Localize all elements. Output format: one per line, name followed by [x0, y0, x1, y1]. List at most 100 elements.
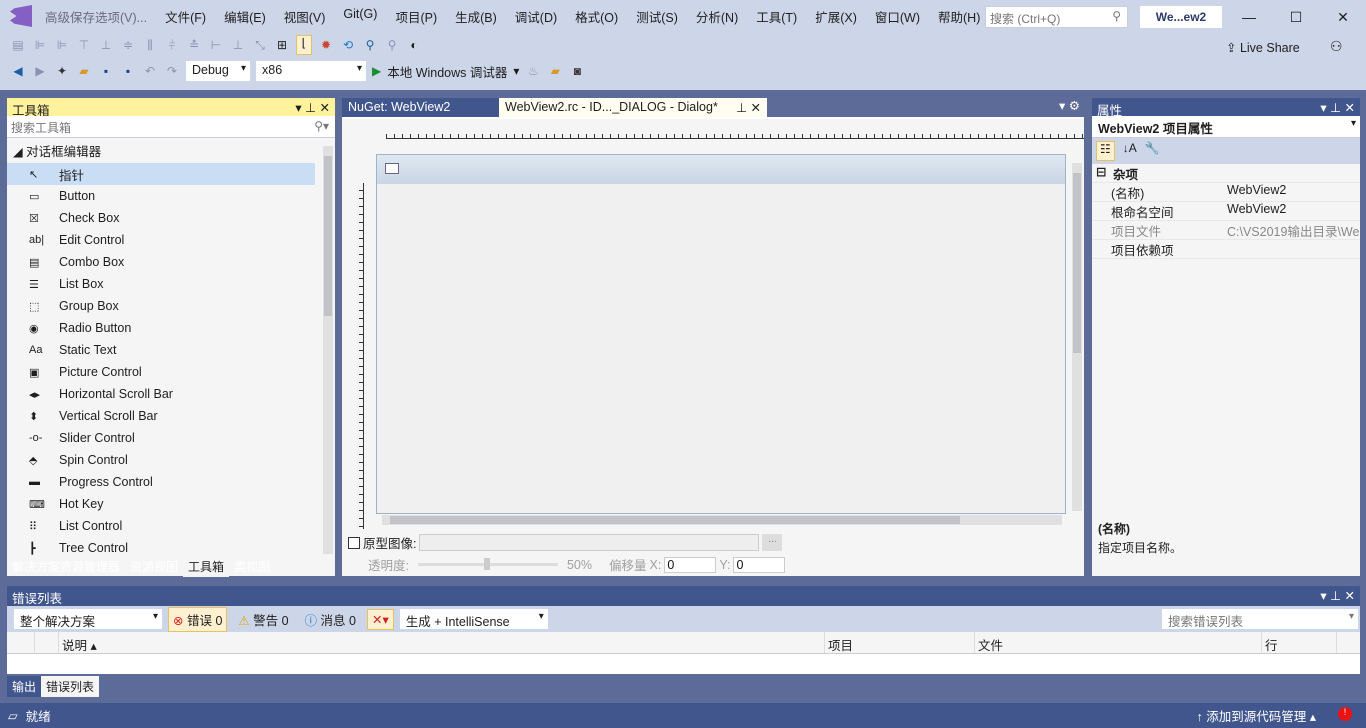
align-left-icon[interactable]: ⊫	[32, 38, 48, 52]
live-share-button[interactable]: ⇪ Live Share	[1226, 40, 1300, 55]
open-icon[interactable]: ▰	[76, 64, 92, 78]
messages-filter-button[interactable]: ⓘ 消息 0	[300, 607, 361, 632]
browse-button[interactable]: ...	[762, 534, 783, 551]
toolbox-group[interactable]: ◢ 对话框编辑器	[7, 138, 335, 163]
object-selector[interactable]: WebView2 项目属性	[1092, 116, 1360, 138]
column-file[interactable]: 文件	[975, 632, 1262, 653]
toolbox-search-input[interactable]: 搜索工具箱 ⚲▾	[7, 116, 335, 138]
menu-item[interactable]: 格式(O)	[566, 7, 627, 26]
menu-item[interactable]: 工具(T)	[747, 7, 806, 26]
tab-dialog-editor[interactable]: WebView2.rc - ID..._DIALOG - Dialog* ⊥ ✕	[499, 98, 767, 117]
config-dropdown[interactable]: Debug	[186, 61, 250, 81]
same-height-icon[interactable]: ⊥	[230, 38, 246, 52]
close-window-button[interactable]: ✕	[1320, 4, 1366, 30]
toolbox-item[interactable]: ▬ Progress Control	[7, 471, 335, 493]
prototype-path-input[interactable]	[419, 534, 760, 551]
toggle-icon[interactable]: ◐	[406, 38, 422, 52]
new-project-icon[interactable]: ✦	[54, 64, 70, 78]
align-top-icon[interactable]: ⊤	[76, 38, 92, 52]
column-line[interactable]: 行	[1262, 632, 1337, 653]
panel-tab[interactable]: 资源视图	[125, 556, 183, 577]
toolbox-item[interactable]: ⬚ Group Box	[7, 295, 335, 317]
menu-item[interactable]: Git(G)	[334, 7, 386, 26]
toolbar-icon[interactable]: ▤	[10, 38, 26, 52]
menu-item[interactable]: 帮助(H)	[929, 7, 989, 26]
toolbox-item[interactable]: ↖ 指针	[7, 163, 315, 185]
run-dropdown-icon[interactable]: ▾	[513, 64, 519, 78]
align-bottom-icon[interactable]: ⊥	[98, 38, 114, 52]
toolbox-item[interactable]: ⌨ Hot Key	[7, 493, 335, 515]
start-debug-icon[interactable]: ▶	[372, 64, 381, 78]
center-horizontal-icon[interactable]: ⫼	[142, 38, 158, 52]
find-in-files-icon[interactable]: ▰	[547, 64, 563, 78]
warnings-filter-button[interactable]: ⚠ 警告 0	[233, 607, 293, 632]
panel-controls[interactable]: ▾ ⊥ ✕	[1320, 588, 1355, 604]
undo-icon[interactable]: ↶	[142, 64, 158, 78]
redo-icon[interactable]: ↷	[164, 64, 180, 78]
menu-item[interactable]: 测试(S)	[627, 7, 687, 26]
source-control-button[interactable]: ↑ 添加到源代码管理 ▴	[1197, 706, 1317, 725]
save-all-icon[interactable]: ▪	[120, 64, 136, 78]
screenshot-icon[interactable]: ◙	[569, 64, 585, 78]
toolbox-item[interactable]: ◂▸ Horizontal Scroll Bar	[7, 383, 335, 405]
tab-error-list[interactable]: 错误列表	[41, 676, 100, 697]
column-project[interactable]: 项目	[825, 632, 975, 653]
opacity-slider[interactable]	[417, 558, 558, 570]
property-row[interactable]: 根命名空间 WebView2	[1092, 202, 1360, 221]
platform-dropdown[interactable]: x86	[256, 61, 366, 81]
toolbox-item[interactable]: ☰ List Box	[7, 273, 335, 295]
menu-item[interactable]: 项目(P)	[386, 7, 446, 26]
menu-item[interactable]: 生成(B)	[446, 7, 506, 26]
scope-dropdown[interactable]: 整个解决方案	[14, 609, 162, 629]
back-icon[interactable]: ◀	[10, 64, 26, 78]
category-toggle-icon[interactable]: ⊟	[1092, 164, 1110, 182]
errors-filter-button[interactable]: ⊗ 错误 0	[168, 606, 228, 632]
toolbox-item[interactable]: Aa Static Text	[7, 339, 335, 361]
toolbox-item[interactable]: ⠿ List Control	[7, 515, 335, 537]
align-right-icon[interactable]: ⊫	[54, 38, 70, 52]
menu-item[interactable]: 文件(F)	[156, 7, 215, 26]
offset-x-input[interactable]: 0	[664, 556, 717, 573]
alphabetical-icon[interactable]: ↓A	[1123, 141, 1137, 161]
space-across-icon[interactable]: ⫩	[164, 38, 180, 52]
error-search-input[interactable]: 搜索错误列表	[1162, 609, 1358, 629]
property-row[interactable]: 项目依赖项	[1092, 240, 1360, 259]
tab-menu-icon[interactable]: ▾ ⚙	[767, 98, 1084, 117]
minimize-button[interactable]: —	[1226, 4, 1272, 30]
disabled-icon[interactable]: ⚲	[384, 38, 400, 52]
canvas-hscrollbar[interactable]	[382, 515, 1062, 525]
center-vertical-icon[interactable]: ≑	[120, 38, 136, 52]
save-icon[interactable]: ▪	[98, 64, 114, 78]
toolbox-item[interactable]: ┣ Tree Control	[7, 537, 335, 557]
menu-item[interactable]: 编辑(E)	[215, 7, 275, 26]
close-tab-icon[interactable]: ⊥ ✕	[736, 100, 761, 115]
find-icon[interactable]: ⚲	[362, 38, 378, 52]
maximize-button[interactable]: ☐	[1273, 4, 1319, 30]
property-pages-icon[interactable]: 🔧	[1145, 141, 1160, 161]
menu-item[interactable]: 调试(D)	[506, 7, 566, 26]
same-size-icon[interactable]: ⤡	[252, 38, 268, 52]
panel-tab[interactable]: 类视图	[229, 556, 275, 577]
dialog-surface[interactable]	[376, 154, 1066, 514]
tab-order-icon[interactable]: ⟲	[340, 38, 356, 52]
canvas-vscrollbar[interactable]	[1072, 163, 1082, 511]
toolbox-item[interactable]: ☒ Check Box	[7, 207, 335, 229]
toolbox-item[interactable]: ◉ Radio Button	[7, 317, 335, 339]
toolbox-item[interactable]: ▤ Combo Box	[7, 251, 335, 273]
toolbox-scrollbar[interactable]	[323, 146, 333, 554]
property-value[interactable]: WebView2	[1224, 183, 1360, 201]
toolbox-item[interactable]: ab| Edit Control	[7, 229, 335, 251]
tab-nuget[interactable]: NuGet: WebView2	[342, 98, 499, 117]
same-width-icon[interactable]: ⊢	[208, 38, 224, 52]
property-value[interactable]: WebView2	[1224, 202, 1360, 220]
column-description[interactable]: 说明 ▴	[59, 632, 825, 653]
toolbox-item[interactable]: ⬍ Vertical Scroll Bar	[7, 405, 335, 427]
toolbox-item[interactable]: ▭ Button	[7, 185, 335, 207]
filter-icon[interactable]: ✕▾	[366, 608, 394, 630]
panel-controls[interactable]: ▾ ⊥ ✕	[1320, 100, 1355, 115]
menu-item[interactable]: 分析(N)	[687, 7, 747, 26]
menu-item[interactable]: 窗口(W)	[866, 7, 929, 26]
notification-icon[interactable]: !	[1338, 707, 1352, 721]
menu-item[interactable]: 视图(V)	[275, 7, 335, 26]
property-row[interactable]: 项目文件 C:\VS2019输出目录\WebView2	[1092, 221, 1360, 240]
